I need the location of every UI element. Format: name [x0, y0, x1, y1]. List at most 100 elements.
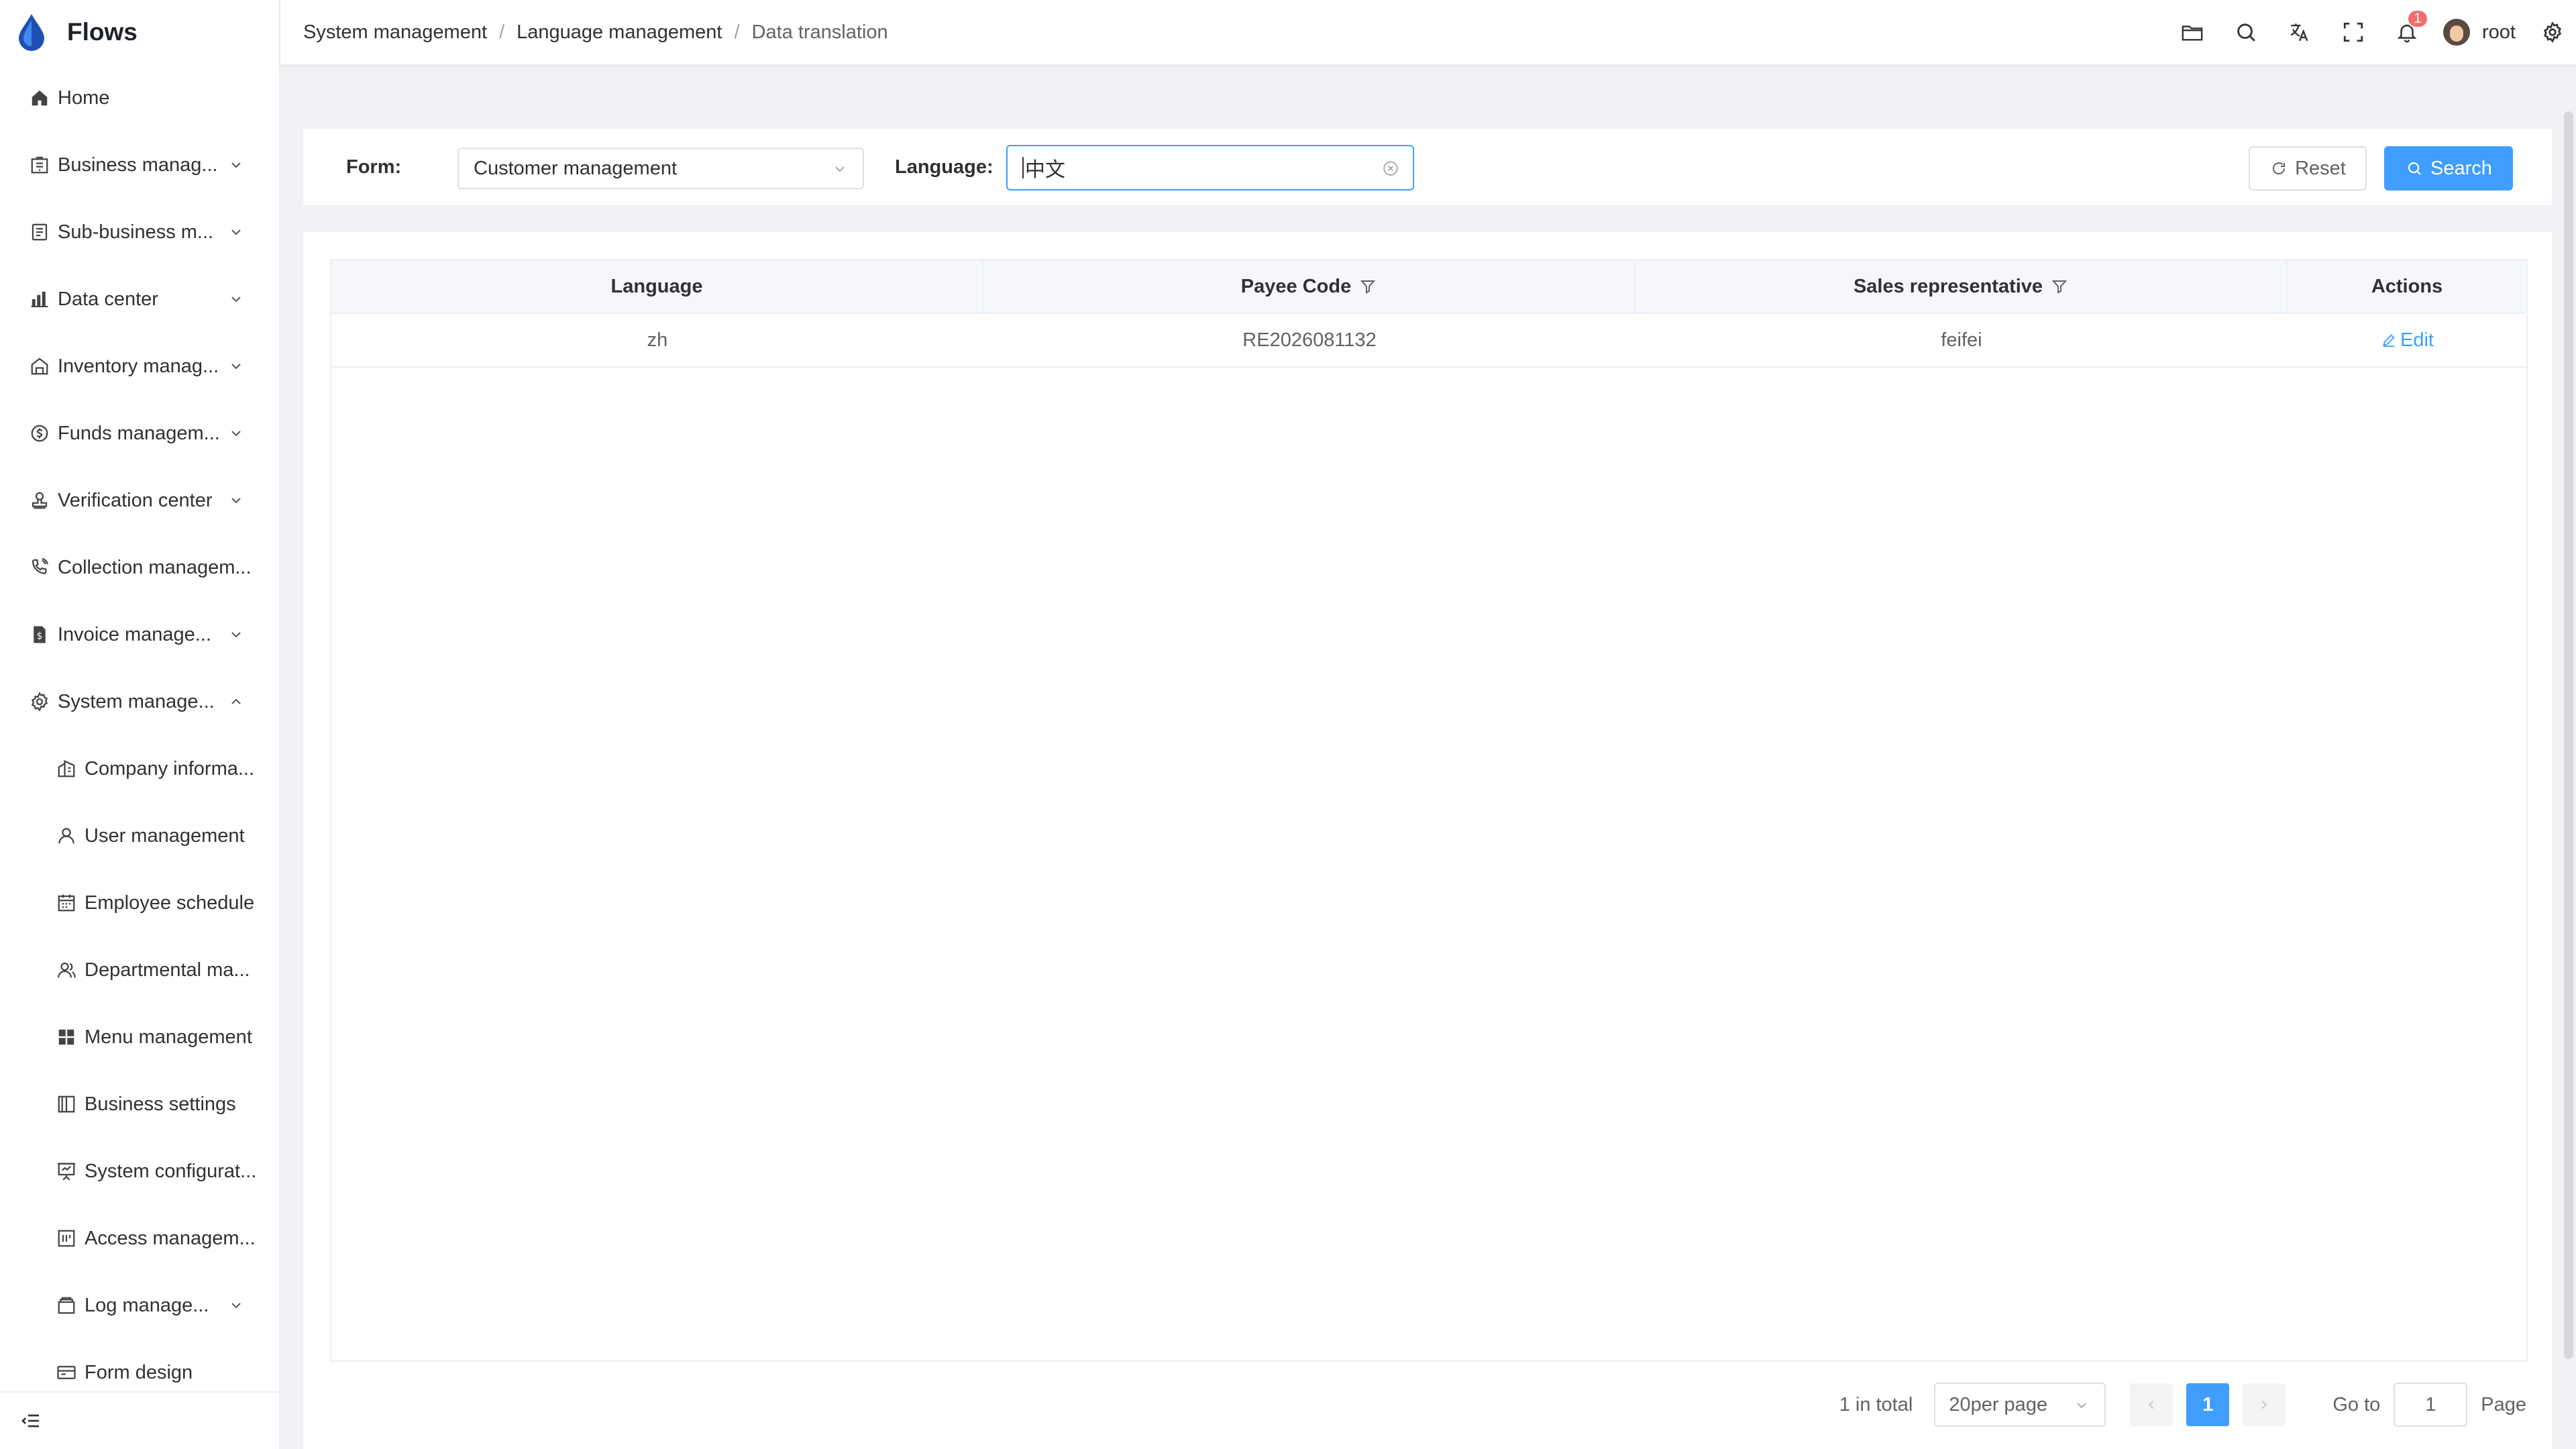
data-table: Language Payee Code Sales representative… — [330, 259, 2528, 1362]
sidebar-item-label: Home — [58, 87, 110, 109]
breadcrumb-item[interactable]: Language management — [517, 21, 722, 44]
cell-sales-rep: feifei — [1941, 329, 1982, 351]
collapse-menu-icon[interactable] — [20, 1410, 42, 1432]
clear-icon[interactable] — [1381, 158, 1401, 178]
notification-button[interactable]: 1 — [2380, 0, 2434, 64]
log-icon — [55, 1294, 78, 1317]
coin-icon — [28, 422, 51, 445]
breadcrumb-item[interactable]: System management — [303, 21, 487, 44]
sidebar-item-inventory[interactable]: Inventory manag... — [0, 333, 280, 400]
gear-icon — [28, 690, 51, 713]
page-size-select[interactable]: 20per page — [1934, 1383, 2106, 1427]
fullscreen-icon[interactable] — [2326, 0, 2380, 64]
search-label: Search — [2430, 157, 2492, 179]
search-icon[interactable] — [2219, 0, 2273, 64]
sidebar-subitem-department[interactable]: Departmental ma... — [0, 936, 280, 1004]
breadcrumb-separator: / — [734, 21, 740, 43]
sidebar-item-label: Verification center — [58, 489, 213, 511]
sidebar-item-verification[interactable]: Verification center — [0, 467, 280, 534]
sidebar-item-label: Data center — [58, 288, 158, 310]
edit-icon — [2380, 331, 2398, 349]
settings-gear-icon[interactable] — [2529, 0, 2576, 64]
sidebar-item-label: Access managem... — [85, 1227, 256, 1249]
chevron-down-icon — [830, 160, 849, 178]
sidebar-item-sub-business[interactable]: Sub-business m... — [0, 199, 280, 266]
prev-page-button[interactable] — [2130, 1383, 2174, 1426]
chevron-down-icon — [2072, 1396, 2091, 1415]
sidebar-item-label: Company informa... — [85, 757, 255, 780]
sidebar-item-collection[interactable]: Collection managem... — [0, 534, 280, 601]
sidebar-subitem-company[interactable]: Company informa... — [0, 735, 280, 802]
reset-button[interactable]: Reset — [2249, 146, 2367, 191]
edit-label: Edit — [2400, 329, 2434, 351]
reset-label: Reset — [2295, 157, 2346, 179]
language-label: Language: — [895, 156, 994, 178]
bar-chart-icon — [28, 288, 51, 311]
search-button[interactable]: Search — [2384, 146, 2513, 191]
folder-icon[interactable] — [2165, 0, 2219, 64]
chevron-down-icon — [227, 290, 246, 309]
pagination: 1 in total 20per page 1 Go to 1 Page — [1839, 1382, 2526, 1428]
chevron-down-icon — [227, 424, 246, 443]
column-header-language: Language — [331, 260, 983, 313]
home-icon — [28, 87, 51, 109]
search-icon — [2405, 159, 2424, 178]
sidebar-item-label: Log manage... — [85, 1294, 209, 1316]
warehouse-icon — [28, 355, 51, 378]
app-title: Flows — [67, 18, 138, 46]
sidebar-subitem-access[interactable]: Access managem... — [0, 1205, 280, 1272]
notification-badge: 1 — [2407, 9, 2429, 28]
page-suffix: Page — [2481, 1393, 2526, 1415]
form-select-value: Customer management — [474, 157, 678, 179]
cell-language: zh — [647, 329, 668, 351]
book-icon — [55, 1093, 78, 1116]
sidebar-subitem-user[interactable]: User management — [0, 802, 280, 869]
sidebar-subitem-menu[interactable]: Menu management — [0, 1004, 280, 1071]
top-header: System management / Language management … — [280, 0, 2576, 64]
logo[interactable]: Flows — [16, 12, 138, 52]
breadcrumb: System management / Language management … — [303, 0, 888, 64]
filter-icon[interactable] — [2051, 278, 2068, 295]
table-header: Language Payee Code Sales representative… — [331, 260, 2526, 314]
chevron-right-icon — [2257, 1397, 2271, 1412]
refresh-icon — [2269, 159, 2288, 178]
total-count: 1 in total — [1839, 1393, 1913, 1415]
sidebar-item-home[interactable]: Home — [0, 64, 280, 131]
sidebar-item-label: Business settings — [85, 1093, 236, 1115]
scrollbar[interactable] — [2564, 111, 2573, 1359]
page-size-value: 20per page — [1949, 1393, 2048, 1415]
sidebar-item-business[interactable]: Business manag... — [0, 131, 280, 199]
text-cursor — [1022, 157, 1024, 178]
goto-page-input[interactable]: 1 — [2394, 1383, 2468, 1427]
sidebar-item-label: Form design — [85, 1361, 193, 1383]
form-label: Form: — [346, 156, 402, 178]
sidebar-item-label: Invoice manage... — [58, 623, 211, 645]
header-actions: 1 root — [2165, 0, 2576, 64]
sidebar-item-invoice[interactable]: $ Invoice manage... — [0, 601, 280, 668]
sidebar-item-label: Inventory manag... — [58, 355, 219, 377]
language-input[interactable]: 中文 — [1006, 145, 1414, 191]
sidebar-item-data-center[interactable]: Data center — [0, 266, 280, 333]
building-icon — [28, 154, 51, 176]
sidebar-item-system[interactable]: System manage... — [0, 668, 280, 735]
sidebar-subitem-business-settings[interactable]: Business settings — [0, 1071, 280, 1138]
form-icon — [55, 1361, 78, 1384]
user-menu[interactable]: root — [2443, 19, 2516, 46]
filter-icon[interactable] — [1359, 278, 1377, 295]
sidebar-subitem-schedule[interactable]: Employee schedule — [0, 869, 280, 936]
chevron-down-icon — [227, 491, 246, 510]
access-icon — [55, 1227, 78, 1250]
form-select[interactable]: Customer management — [458, 148, 864, 189]
sidebar-item-label: Funds managem... — [58, 422, 220, 444]
edit-button[interactable]: Edit — [2380, 329, 2434, 352]
translate-icon[interactable] — [2273, 0, 2326, 64]
sidebar-subitem-log[interactable]: Log manage... — [0, 1272, 280, 1339]
page-number-current[interactable]: 1 — [2186, 1383, 2230, 1426]
drop-logo-icon — [16, 13, 47, 52]
sidebar-subitem-system-config[interactable]: System configurat... — [0, 1138, 280, 1205]
next-page-button[interactable] — [2243, 1383, 2286, 1426]
sidebar-item-funds[interactable]: Funds managem... — [0, 400, 280, 467]
sidebar-item-label: Collection managem... — [58, 556, 252, 578]
column-header-payee-code: Payee Code — [983, 260, 1635, 313]
language-input-value: 中文 — [1025, 159, 1065, 181]
